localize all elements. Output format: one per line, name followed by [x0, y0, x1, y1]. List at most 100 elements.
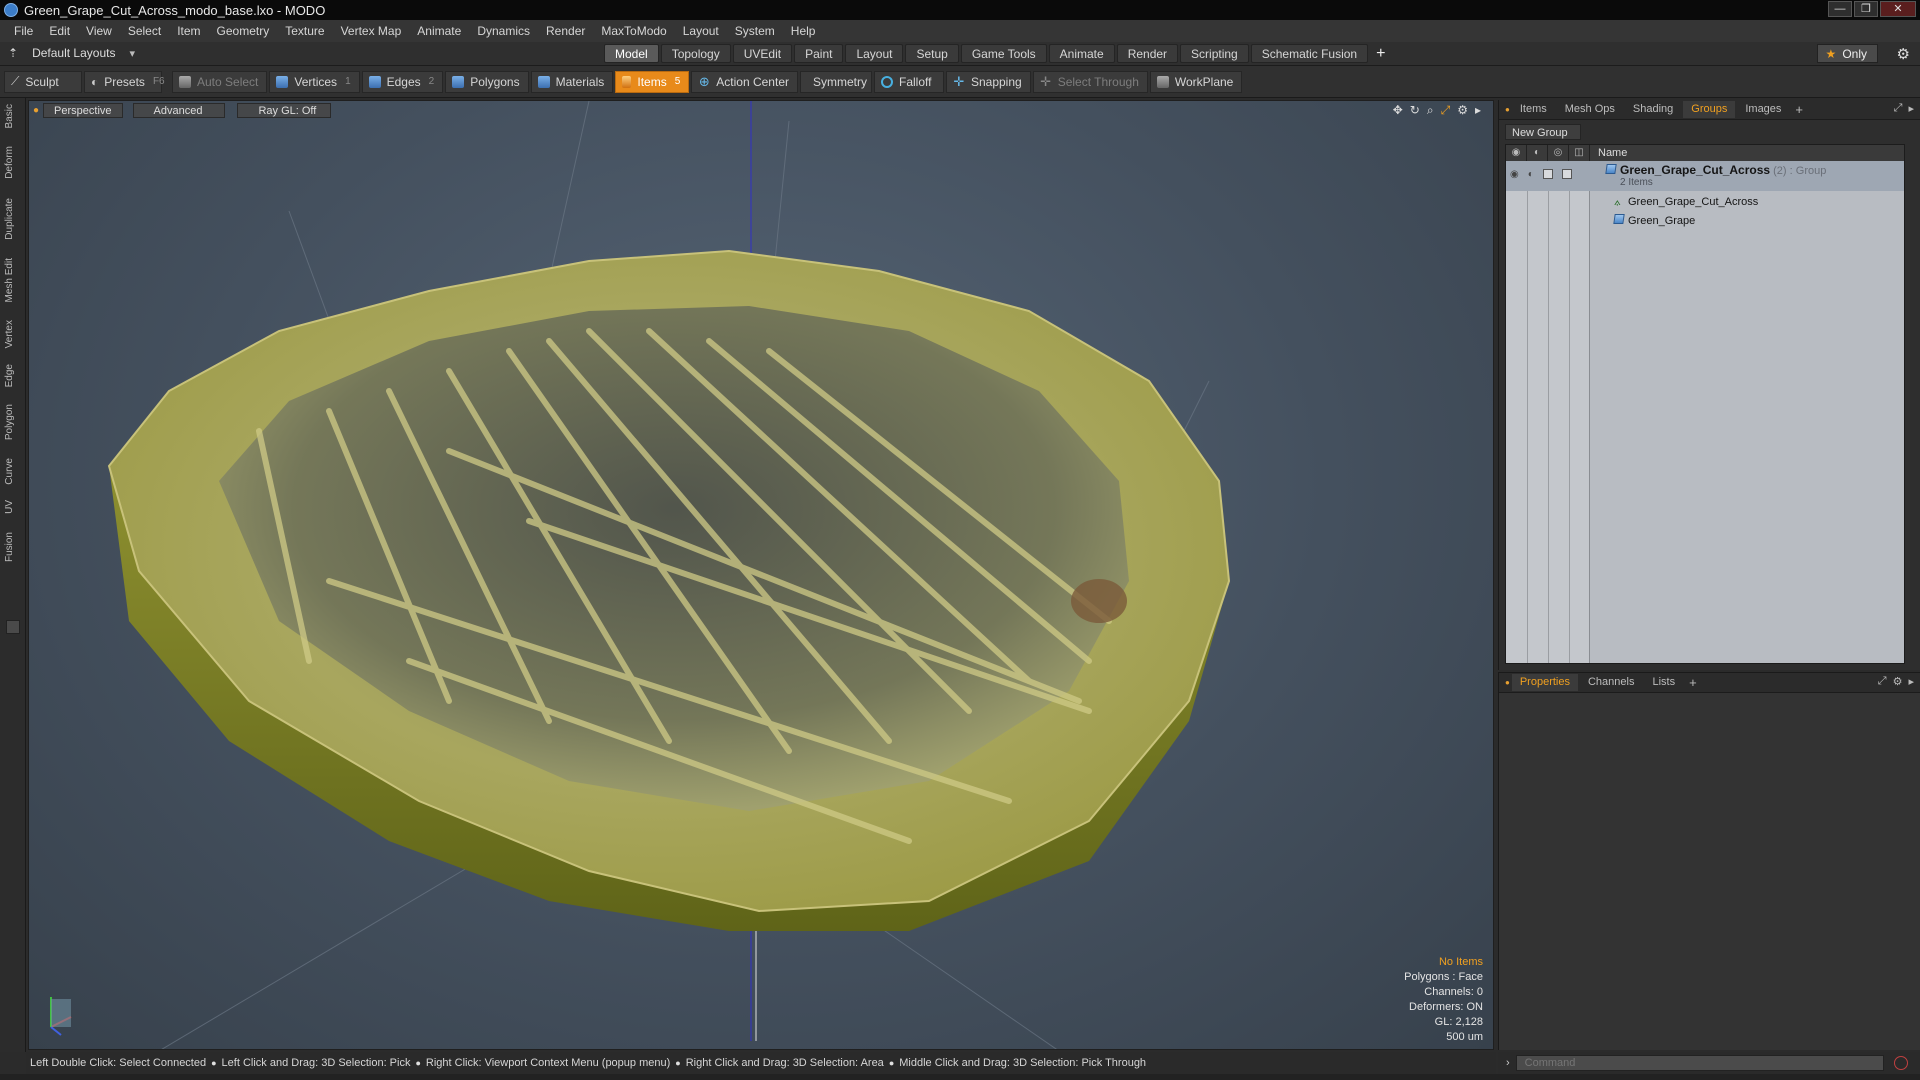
left-panel-toggle[interactable]: [6, 620, 20, 634]
tab-paint[interactable]: Paint: [794, 44, 844, 63]
command-input[interactable]: [1515, 1055, 1884, 1071]
props-arrow-icon[interactable]: ▸: [1908, 675, 1914, 688]
panel-menu-dot-icon[interactable]: ●: [1505, 105, 1510, 114]
menu-view[interactable]: View: [78, 24, 120, 38]
tab-mesh-ops[interactable]: Mesh Ops: [1557, 101, 1623, 118]
shading-mode-button[interactable]: Advanced: [132, 102, 226, 118]
tab-schematic-fusion[interactable]: Schematic Fusion: [1250, 44, 1369, 63]
command-history-icon[interactable]: ›: [1506, 1057, 1510, 1069]
menu-animate[interactable]: Animate: [409, 24, 469, 38]
group-select-toggle[interactable]: [1561, 169, 1572, 179]
fit-icon[interactable]: ⤢: [1441, 103, 1451, 118]
tab-topology[interactable]: Topology: [660, 44, 731, 63]
group-visibility-eye-icon[interactable]: ◉: [1510, 169, 1519, 180]
tab-render[interactable]: Render: [1116, 44, 1179, 63]
tab-items[interactable]: Items: [1512, 101, 1555, 118]
menu-file[interactable]: File: [6, 24, 41, 38]
polygons-button[interactable]: Polygons: [445, 70, 529, 93]
render-column-icon[interactable]: ◐: [1527, 145, 1548, 161]
sculpt-button[interactable]: ⟋ Sculpt: [4, 70, 82, 93]
rotate-icon[interactable]: ↻: [1410, 103, 1420, 118]
left-tab-deform[interactable]: Deform: [4, 146, 20, 179]
tree-row-group[interactable]: ◉ ◐ Green_Grape_Cut_Across (2) : Group 2…: [1506, 161, 1904, 191]
tab-lists[interactable]: Lists: [1644, 674, 1683, 691]
3d-viewport[interactable]: ● Perspective Advanced Ray GL: Off ✥ ↻ ⌕…: [28, 100, 1494, 1050]
menu-vertex-map[interactable]: Vertex Map: [333, 24, 410, 38]
vertices-button[interactable]: Vertices 1: [269, 70, 360, 93]
left-tab-uv[interactable]: UV: [4, 500, 20, 514]
left-tab-mesh-edit[interactable]: Mesh Edit: [4, 258, 20, 302]
menu-system[interactable]: System: [727, 24, 783, 38]
new-group-button[interactable]: New Group: [1505, 124, 1581, 140]
viewport-menu-dot-icon[interactable]: ●: [33, 105, 39, 116]
add-props-tab-icon[interactable]: +: [1685, 675, 1701, 690]
menu-item[interactable]: Item: [169, 24, 208, 38]
menu-layout[interactable]: Layout: [675, 24, 727, 38]
viewport-settings-icon[interactable]: ⚙: [1457, 103, 1468, 118]
menu-geometry[interactable]: Geometry: [209, 24, 278, 38]
only-button[interactable]: ★ Only: [1816, 44, 1878, 63]
tree-row-grape[interactable]: Green_Grape: [1506, 211, 1904, 229]
menu-dynamics[interactable]: Dynamics: [469, 24, 538, 38]
visibility-column-icon[interactable]: ◉: [1506, 145, 1527, 161]
tab-properties[interactable]: Properties: [1511, 674, 1578, 691]
name-column-header[interactable]: Name: [1590, 147, 1627, 159]
add-tab-plus-icon[interactable]: +: [1370, 44, 1391, 63]
viewport-expand-icon[interactable]: ▸: [1475, 103, 1481, 118]
raygl-button[interactable]: Ray GL: Off: [237, 102, 332, 118]
panel-expand-icon[interactable]: ⤢: [1894, 102, 1903, 115]
tree-row-mesh[interactable]: ⟑ Green_Grape_Cut_Across: [1506, 193, 1904, 211]
tab-model[interactable]: Model: [604, 44, 659, 63]
auto-select-button[interactable]: Auto Select: [172, 70, 268, 93]
group-render-icon[interactable]: ◐: [1528, 169, 1534, 180]
left-tab-curve[interactable]: Curve: [4, 458, 20, 485]
command-record-icon[interactable]: [1893, 1056, 1908, 1070]
props-menu-dot-icon[interactable]: ●: [1505, 678, 1510, 687]
tab-scripting[interactable]: Scripting: [1180, 44, 1249, 63]
falloff-button[interactable]: Falloff: [873, 70, 944, 93]
materials-button[interactable]: Materials: [530, 70, 614, 93]
zoom-icon[interactable]: ⌕: [1427, 103, 1434, 118]
select-column-icon[interactable]: ◫: [1569, 145, 1590, 161]
menu-render[interactable]: Render: [538, 24, 593, 38]
menu-maxtomodo[interactable]: MaxToModo: [593, 24, 674, 38]
props-expand-icon[interactable]: ⤢: [1878, 675, 1887, 688]
tab-setup[interactable]: Setup: [905, 44, 959, 63]
items-button[interactable]: Items 5: [615, 70, 690, 93]
menu-texture[interactable]: Texture: [277, 24, 332, 38]
left-tab-vertex[interactable]: Vertex: [4, 320, 20, 348]
snapping-button[interactable]: ✛ Snapping: [945, 70, 1031, 93]
workplane-button[interactable]: WorkPlane: [1149, 70, 1243, 93]
tab-channels[interactable]: Channels: [1580, 674, 1642, 691]
collapse-up-icon[interactable]: ⇡: [8, 46, 18, 60]
menu-help[interactable]: Help: [783, 24, 824, 38]
layout-selector[interactable]: ⇡ Default Layouts ▾: [8, 46, 135, 60]
tab-images[interactable]: Images: [1737, 101, 1789, 118]
action-center-button[interactable]: ⊕ Action Center: [691, 70, 798, 93]
tab-uvedit[interactable]: UVEdit: [732, 44, 793, 63]
add-panel-tab-icon[interactable]: +: [1791, 102, 1807, 117]
left-tab-duplicate[interactable]: Duplicate: [4, 198, 20, 240]
menu-edit[interactable]: Edit: [41, 24, 78, 38]
group-lock-toggle[interactable]: [1542, 169, 1553, 179]
tab-game-tools[interactable]: Game Tools: [960, 44, 1047, 63]
presets-button[interactable]: ◐ Presets F6: [84, 70, 165, 93]
left-tab-fusion[interactable]: Fusion: [4, 532, 20, 562]
minimize-button[interactable]: —: [1828, 1, 1852, 17]
left-tab-edge[interactable]: Edge: [4, 364, 20, 387]
maximize-button[interactable]: ❐: [1854, 1, 1878, 17]
tab-animate[interactable]: Animate: [1048, 44, 1115, 63]
tab-layout[interactable]: Layout: [845, 44, 904, 63]
select-through-button[interactable]: ✛ Select Through: [1032, 70, 1148, 93]
gear-icon[interactable]: ⚙: [1897, 45, 1910, 63]
tab-shading[interactable]: Shading: [1625, 101, 1681, 118]
view-mode-button[interactable]: Perspective: [43, 102, 123, 118]
close-button[interactable]: ✕: [1880, 1, 1916, 17]
panel-arrow-icon[interactable]: ▸: [1908, 102, 1914, 115]
left-tab-basic[interactable]: Basic: [4, 104, 20, 128]
props-gear-icon[interactable]: ⚙: [1893, 675, 1903, 688]
pan-icon[interactable]: ✥: [1393, 103, 1403, 118]
symmetry-button[interactable]: Symmetry: [799, 70, 872, 93]
edges-button[interactable]: Edges 2: [361, 70, 444, 93]
lock-column-icon[interactable]: ◎: [1548, 145, 1569, 161]
